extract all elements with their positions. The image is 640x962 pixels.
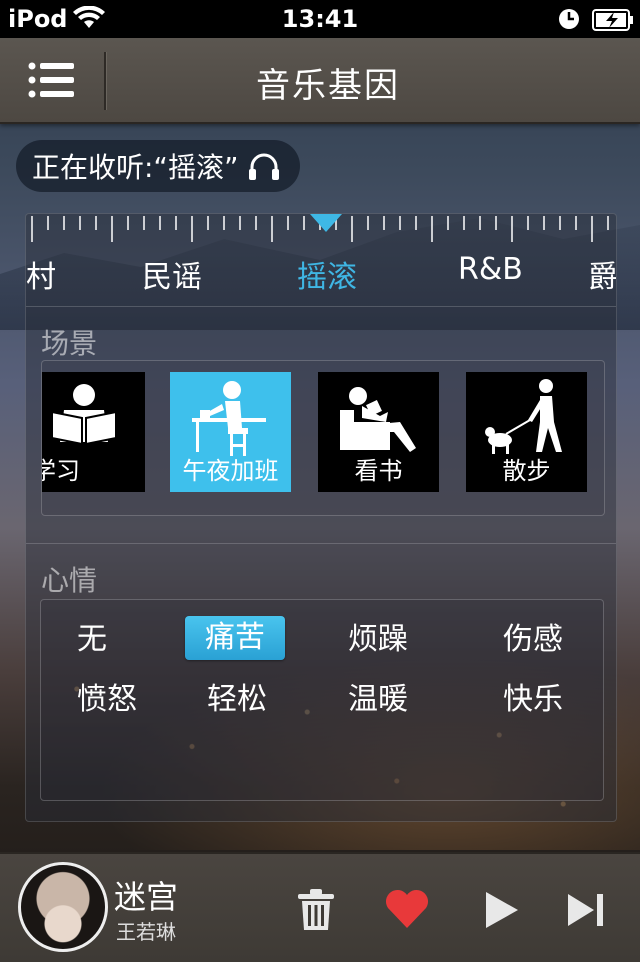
divider bbox=[26, 543, 616, 544]
genre-scroller[interactable]: 乡村 民谣 摇滚 R&B 爵 bbox=[26, 252, 616, 306]
battery-charging-icon bbox=[592, 9, 634, 37]
desk-worker-icon bbox=[192, 381, 266, 456]
scene-label: 学习 bbox=[42, 457, 80, 485]
clock-time: 13:41 bbox=[281, 5, 359, 33]
mood-item[interactable]: 伤感 bbox=[468, 618, 598, 662]
next-button[interactable] bbox=[566, 890, 606, 934]
scene-item-overtime-selected[interactable]: 午夜加班 bbox=[170, 372, 291, 492]
genre-item-selected[interactable]: 摇滚 bbox=[297, 252, 357, 296]
ruler-pointer-icon bbox=[310, 214, 342, 232]
heart-icon bbox=[385, 889, 429, 928]
trash-button[interactable] bbox=[296, 888, 336, 936]
now-listening-text: 正在收听:“摇滚” bbox=[32, 151, 239, 184]
mood-item[interactable]: 轻松 bbox=[172, 678, 302, 722]
mood-item-selected[interactable]: 痛苦 bbox=[185, 616, 285, 660]
scene-item-walk[interactable]: 散步 bbox=[466, 372, 587, 492]
mood-item[interactable]: 愤怒 bbox=[42, 678, 172, 722]
play-icon bbox=[486, 892, 518, 928]
mood-grid: 无 痛苦 烦躁 伤感 愤怒 轻松 温暖 快乐 bbox=[40, 599, 604, 801]
scene-label: 午夜加班 bbox=[182, 457, 279, 485]
album-art-avatar[interactable] bbox=[18, 862, 108, 952]
mood-item[interactable]: 无 bbox=[27, 618, 157, 662]
armchair-reader-icon bbox=[340, 387, 416, 452]
genre-item[interactable]: 民谣 bbox=[142, 252, 202, 296]
like-button[interactable] bbox=[384, 888, 430, 934]
divider bbox=[26, 306, 616, 307]
genre-label: 乡村 bbox=[25, 260, 56, 295]
headphones-icon bbox=[248, 151, 280, 181]
genre-item[interactable]: 乡村 bbox=[25, 252, 56, 296]
alarm-clock-icon bbox=[558, 8, 580, 36]
scene-section-title: 场景 bbox=[41, 327, 98, 360]
dog-walker-icon bbox=[485, 379, 562, 454]
mood-item[interactable]: 快乐 bbox=[468, 678, 598, 722]
mood-section-title: 心情 bbox=[41, 564, 98, 597]
scene-label: 散步 bbox=[502, 457, 551, 485]
now-listening-badge: 正在收听:“摇滚” bbox=[16, 140, 301, 192]
gene-panel: 乡村 民谣 摇滚 R&B 爵 场景 学习 bbox=[25, 213, 617, 822]
mood-item[interactable]: 温暖 bbox=[313, 678, 443, 722]
play-button[interactable] bbox=[484, 890, 520, 934]
reading-person-icon bbox=[51, 384, 117, 446]
skip-next-icon bbox=[568, 894, 603, 926]
page-title: 音乐基因 bbox=[256, 66, 400, 106]
genre-item[interactable]: R&B bbox=[458, 252, 523, 287]
status-bar: iPod 13:41 bbox=[0, 0, 640, 38]
mood-item[interactable]: 烦躁 bbox=[313, 618, 443, 662]
scene-list: 学习 午夜加班 bbox=[41, 360, 605, 516]
nav-bar: 音乐基因 bbox=[0, 38, 640, 124]
scene-label: 看书 bbox=[354, 457, 403, 485]
trash-icon bbox=[298, 889, 334, 930]
genre-item[interactable]: 爵 bbox=[588, 252, 616, 296]
scene-item-study[interactable]: 学习 bbox=[42, 372, 145, 492]
artist-name: 王若琳 bbox=[116, 920, 176, 944]
song-title: 迷宫 bbox=[114, 878, 179, 916]
scene-item-reading[interactable]: 看书 bbox=[318, 372, 439, 492]
player-bar: 迷宫 王若琳 bbox=[0, 852, 640, 962]
